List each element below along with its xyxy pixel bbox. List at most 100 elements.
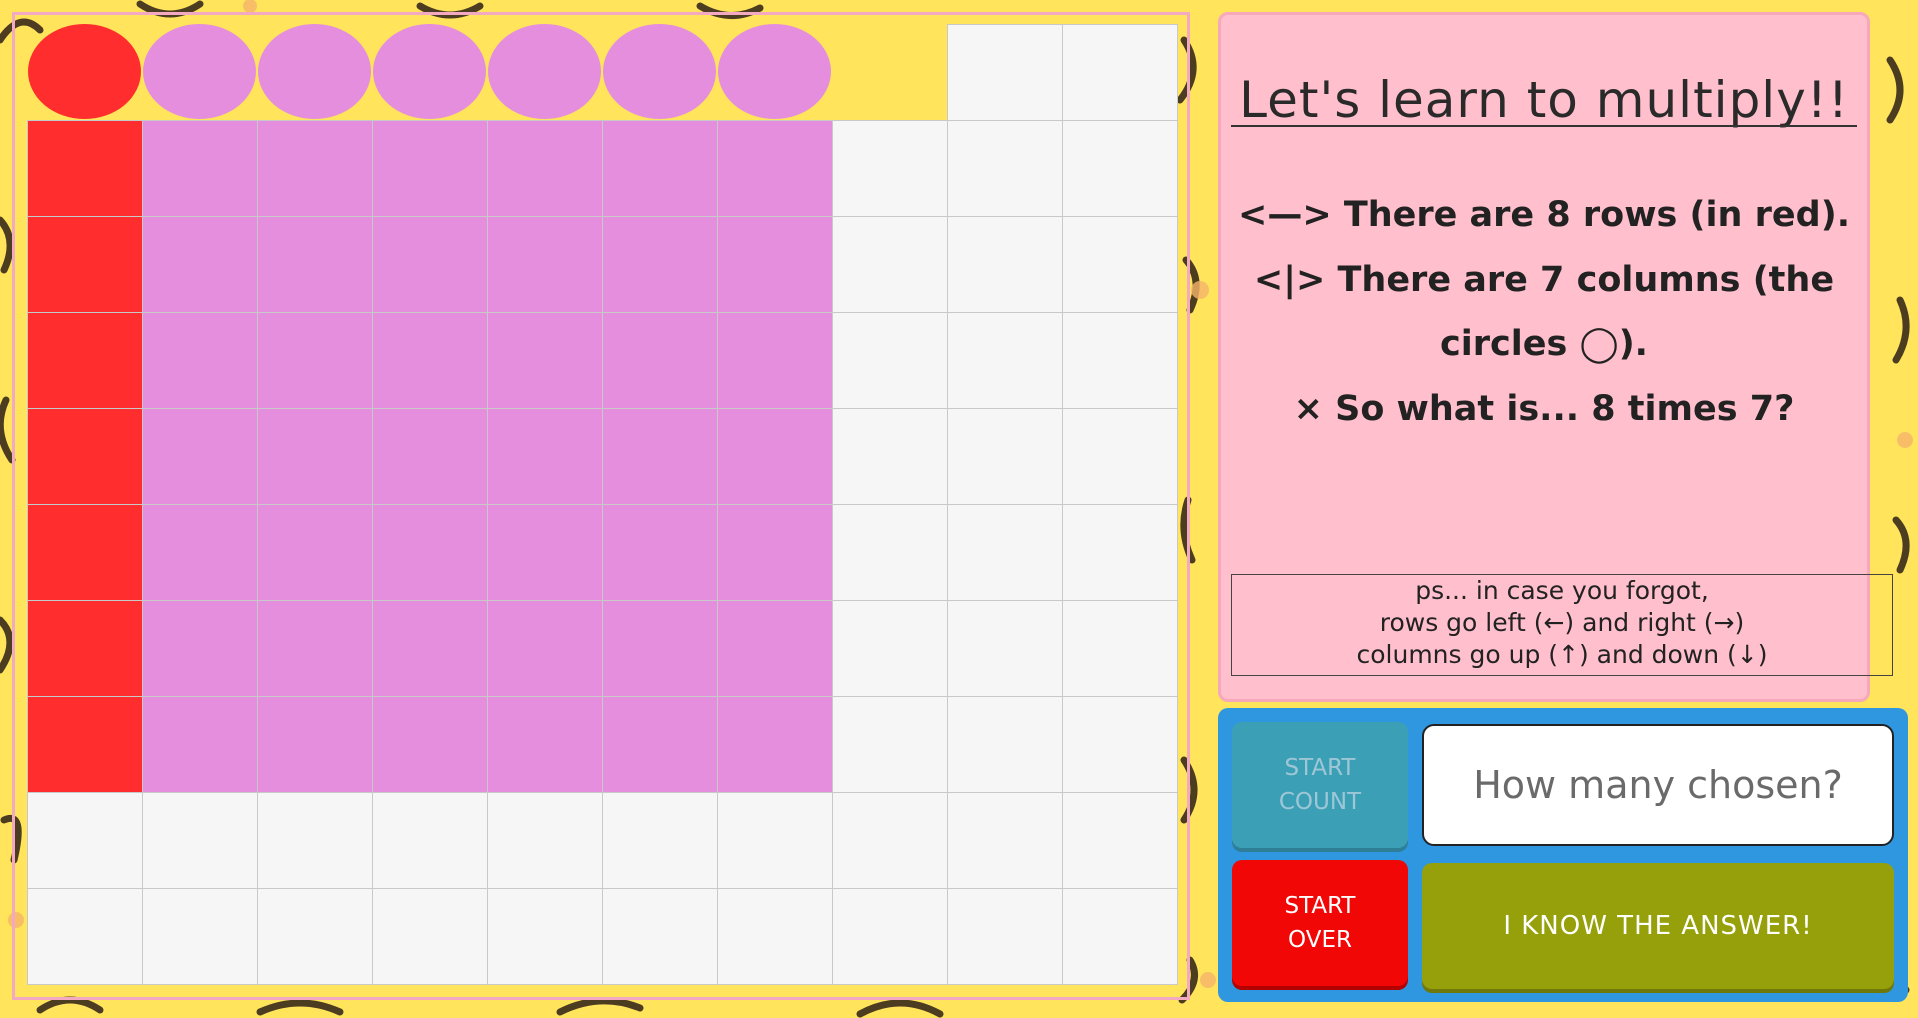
grid-cell[interactable] xyxy=(717,408,833,505)
grid-cell[interactable] xyxy=(1062,600,1178,697)
grid-cell[interactable] xyxy=(832,504,948,601)
grid-cell[interactable] xyxy=(257,792,373,889)
grid-cell[interactable] xyxy=(372,504,488,601)
grid-cell[interactable] xyxy=(257,120,373,217)
grid-cell[interactable] xyxy=(832,888,948,985)
column-circle[interactable] xyxy=(373,24,486,119)
grid-cell[interactable] xyxy=(27,888,143,985)
grid-cell[interactable] xyxy=(487,504,603,601)
grid-cell[interactable] xyxy=(832,600,948,697)
grid-cell[interactable] xyxy=(1062,696,1178,793)
column-circle[interactable] xyxy=(603,24,716,119)
grid-cell[interactable] xyxy=(257,216,373,313)
grid-cell[interactable] xyxy=(947,24,1063,121)
grid-cell[interactable] xyxy=(1062,216,1178,313)
grid-cell[interactable] xyxy=(602,312,718,409)
grid-cell[interactable] xyxy=(27,216,143,313)
grid-cell[interactable] xyxy=(832,696,948,793)
grid-cell[interactable] xyxy=(947,408,1063,505)
grid-cell[interactable] xyxy=(832,24,948,121)
grid-cell[interactable] xyxy=(832,120,948,217)
grid-cell[interactable] xyxy=(947,312,1063,409)
column-circle[interactable] xyxy=(488,24,601,119)
grid-cell[interactable] xyxy=(947,216,1063,313)
grid-cell[interactable] xyxy=(372,792,488,889)
grid-cell[interactable] xyxy=(717,696,833,793)
grid-cell[interactable] xyxy=(372,600,488,697)
grid-cell[interactable] xyxy=(487,216,603,313)
grid-cell[interactable] xyxy=(947,792,1063,889)
grid-cell[interactable] xyxy=(27,792,143,889)
grid-cell[interactable] xyxy=(142,792,258,889)
grid-cell[interactable] xyxy=(257,504,373,601)
grid-cell[interactable] xyxy=(717,312,833,409)
start-count-button[interactable]: START COUNT xyxy=(1232,722,1408,848)
grid-cell[interactable] xyxy=(372,408,488,505)
grid-cell[interactable] xyxy=(257,600,373,697)
grid-cell[interactable] xyxy=(602,120,718,217)
grid-cell[interactable] xyxy=(947,120,1063,217)
grid-cell[interactable] xyxy=(487,888,603,985)
grid-cell[interactable] xyxy=(142,504,258,601)
grid-cell[interactable] xyxy=(602,408,718,505)
grid-cell[interactable] xyxy=(1062,120,1178,217)
grid-cell[interactable] xyxy=(602,600,718,697)
grid-cell[interactable] xyxy=(372,312,488,409)
grid-cell[interactable] xyxy=(372,888,488,985)
grid-cell[interactable] xyxy=(832,408,948,505)
grid-cell[interactable] xyxy=(1062,792,1178,889)
column-circle[interactable] xyxy=(143,24,256,119)
column-circle[interactable] xyxy=(258,24,371,119)
grid-cell[interactable] xyxy=(487,696,603,793)
grid-cell[interactable] xyxy=(1062,888,1178,985)
column-circle[interactable] xyxy=(718,24,831,119)
grid-cell[interactable] xyxy=(947,696,1063,793)
answer-input[interactable] xyxy=(1422,724,1894,846)
grid-cell[interactable] xyxy=(27,600,143,697)
grid-cell[interactable] xyxy=(27,504,143,601)
grid-cell[interactable] xyxy=(717,888,833,985)
grid-cell[interactable] xyxy=(142,888,258,985)
grid-cell[interactable] xyxy=(947,888,1063,985)
grid-cell[interactable] xyxy=(832,312,948,409)
grid-cell[interactable] xyxy=(142,312,258,409)
grid-cell[interactable] xyxy=(487,120,603,217)
grid-cell[interactable] xyxy=(142,600,258,697)
grid-cell[interactable] xyxy=(142,696,258,793)
grid-cell[interactable] xyxy=(1062,24,1178,121)
grid-cell[interactable] xyxy=(947,504,1063,601)
grid-cell[interactable] xyxy=(1062,408,1178,505)
grid-cell[interactable] xyxy=(487,792,603,889)
grid-cell[interactable] xyxy=(142,120,258,217)
start-over-button[interactable]: START OVER xyxy=(1232,860,1408,986)
multiplication-grid[interactable] xyxy=(27,24,1178,988)
grid-cell[interactable] xyxy=(372,216,488,313)
grid-cell[interactable] xyxy=(27,696,143,793)
grid-cell[interactable] xyxy=(257,888,373,985)
grid-cell[interactable] xyxy=(602,504,718,601)
grid-cell[interactable] xyxy=(1062,312,1178,409)
grid-cell[interactable] xyxy=(602,792,718,889)
grid-cell[interactable] xyxy=(27,312,143,409)
grid-cell[interactable] xyxy=(832,792,948,889)
grid-cell[interactable] xyxy=(717,216,833,313)
grid-cell[interactable] xyxy=(257,696,373,793)
grid-cell[interactable] xyxy=(1062,504,1178,601)
grid-cell[interactable] xyxy=(602,888,718,985)
grid-cell[interactable] xyxy=(717,120,833,217)
grid-cell[interactable] xyxy=(602,696,718,793)
grid-cell[interactable] xyxy=(257,312,373,409)
grid-cell[interactable] xyxy=(142,216,258,313)
grid-cell[interactable] xyxy=(832,216,948,313)
grid-cell[interactable] xyxy=(27,120,143,217)
grid-cell[interactable] xyxy=(27,408,143,505)
row-marker-circle[interactable] xyxy=(28,24,141,119)
grid-cell[interactable] xyxy=(947,600,1063,697)
i-know-answer-button[interactable]: I KNOW THE ANSWER! xyxy=(1422,863,1894,989)
grid-cell[interactable] xyxy=(487,312,603,409)
grid-cell[interactable] xyxy=(717,504,833,601)
grid-cell[interactable] xyxy=(142,408,258,505)
grid-cell[interactable] xyxy=(717,600,833,697)
grid-cell[interactable] xyxy=(717,792,833,889)
grid-cell[interactable] xyxy=(487,408,603,505)
